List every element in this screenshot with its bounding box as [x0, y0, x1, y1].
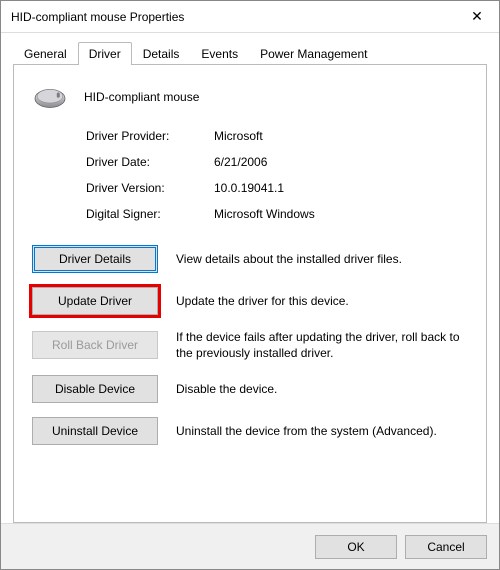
dialog-footer: OK Cancel: [1, 523, 499, 569]
update-driver-button[interactable]: Update Driver: [32, 287, 158, 315]
device-header: HID-compliant mouse: [32, 83, 468, 111]
tab-power-management[interactable]: Power Management: [249, 42, 378, 65]
cancel-button[interactable]: Cancel: [405, 535, 487, 559]
rollback-driver-button: Roll Back Driver: [32, 331, 158, 359]
tab-details[interactable]: Details: [132, 42, 191, 65]
value-version: 10.0.19041.1: [214, 181, 468, 195]
tab-panel-driver: HID-compliant mouse Driver Provider: Mic…: [13, 64, 487, 523]
label-signer: Digital Signer:: [86, 207, 206, 221]
close-button[interactable]: ✕: [455, 1, 499, 33]
label-provider: Driver Provider:: [86, 129, 206, 143]
value-signer: Microsoft Windows: [214, 207, 468, 221]
mouse-icon: [32, 83, 68, 111]
label-date: Driver Date:: [86, 155, 206, 169]
driver-details-button[interactable]: Driver Details: [32, 245, 158, 273]
row-rollback-driver: Roll Back Driver If the device fails aft…: [32, 329, 468, 361]
close-icon: ✕: [471, 8, 483, 25]
row-driver-details: Driver Details View details about the in…: [32, 245, 468, 273]
tab-strip: General Driver Details Events Power Mana…: [13, 41, 487, 64]
driver-details-desc: View details about the installed driver …: [176, 251, 468, 267]
driver-info: Driver Provider: Microsoft Driver Date: …: [86, 129, 468, 221]
ok-button[interactable]: OK: [315, 535, 397, 559]
row-update-driver: Update Driver Update the driver for this…: [32, 287, 468, 315]
client-area: General Driver Details Events Power Mana…: [1, 33, 499, 523]
label-version: Driver Version:: [86, 181, 206, 195]
disable-device-button[interactable]: Disable Device: [32, 375, 158, 403]
uninstall-device-button[interactable]: Uninstall Device: [32, 417, 158, 445]
row-disable-device: Disable Device Disable the device.: [32, 375, 468, 403]
value-date: 6/21/2006: [214, 155, 468, 169]
tab-general[interactable]: General: [13, 42, 78, 65]
tab-driver[interactable]: Driver: [78, 42, 132, 65]
uninstall-device-desc: Uninstall the device from the system (Ad…: [176, 423, 468, 439]
disable-device-desc: Disable the device.: [176, 381, 468, 397]
driver-actions: Driver Details View details about the in…: [32, 245, 468, 445]
device-name: HID-compliant mouse: [84, 90, 199, 104]
update-driver-desc: Update the driver for this device.: [176, 293, 468, 309]
tab-events[interactable]: Events: [190, 42, 249, 65]
rollback-driver-desc: If the device fails after updating the d…: [176, 329, 468, 361]
value-provider: Microsoft: [214, 129, 468, 143]
row-uninstall-device: Uninstall Device Uninstall the device fr…: [32, 417, 468, 445]
window-title: HID-compliant mouse Properties: [11, 10, 455, 24]
titlebar: HID-compliant mouse Properties ✕: [1, 1, 499, 33]
properties-window: HID-compliant mouse Properties ✕ General…: [0, 0, 500, 570]
